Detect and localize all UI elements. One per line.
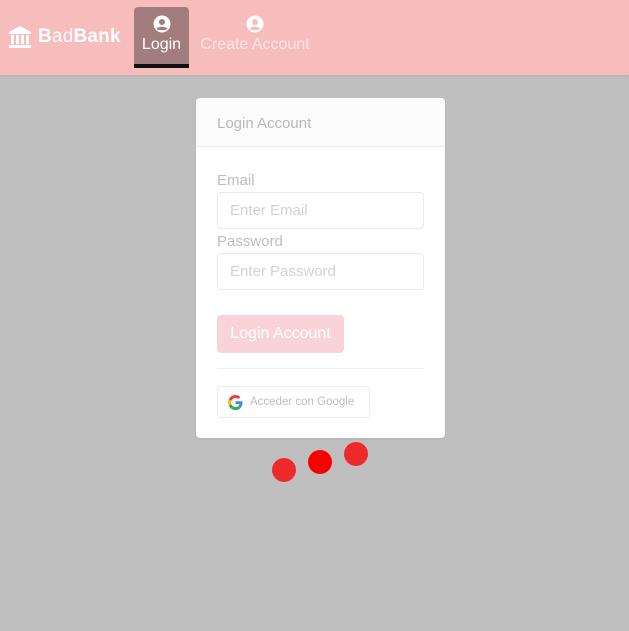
card-title: Login Account (196, 98, 445, 147)
navbar: BadBank Login Create Account (0, 0, 629, 75)
loading-dot (308, 450, 332, 474)
google-signin-label: Acceder con Google (250, 396, 355, 408)
loading-dot (344, 442, 368, 466)
nav-create-account[interactable]: Create Account (199, 7, 311, 68)
password-input[interactable] (217, 253, 424, 290)
user-icon (153, 15, 170, 33)
user-icon (246, 15, 264, 33)
login-account-button[interactable]: Login Account (217, 315, 344, 353)
google-signin-button[interactable]: Acceder con Google (217, 386, 370, 418)
nav-create-account-label: Create Account (200, 36, 310, 53)
email-input[interactable] (217, 192, 424, 229)
loading-dot (272, 458, 296, 482)
email-label: Email (217, 172, 255, 189)
google-icon (228, 394, 243, 410)
password-label: Password (217, 233, 283, 250)
nav-login-label: Login (141, 36, 182, 53)
divider (217, 368, 424, 369)
brand-logo[interactable]: BadBank (8, 22, 121, 52)
login-card: Login Account Email Password Login Accou… (196, 98, 445, 438)
bank-icon (9, 26, 31, 48)
nav-login[interactable]: Login (134, 7, 189, 68)
brand-name: BadBank (38, 26, 121, 47)
